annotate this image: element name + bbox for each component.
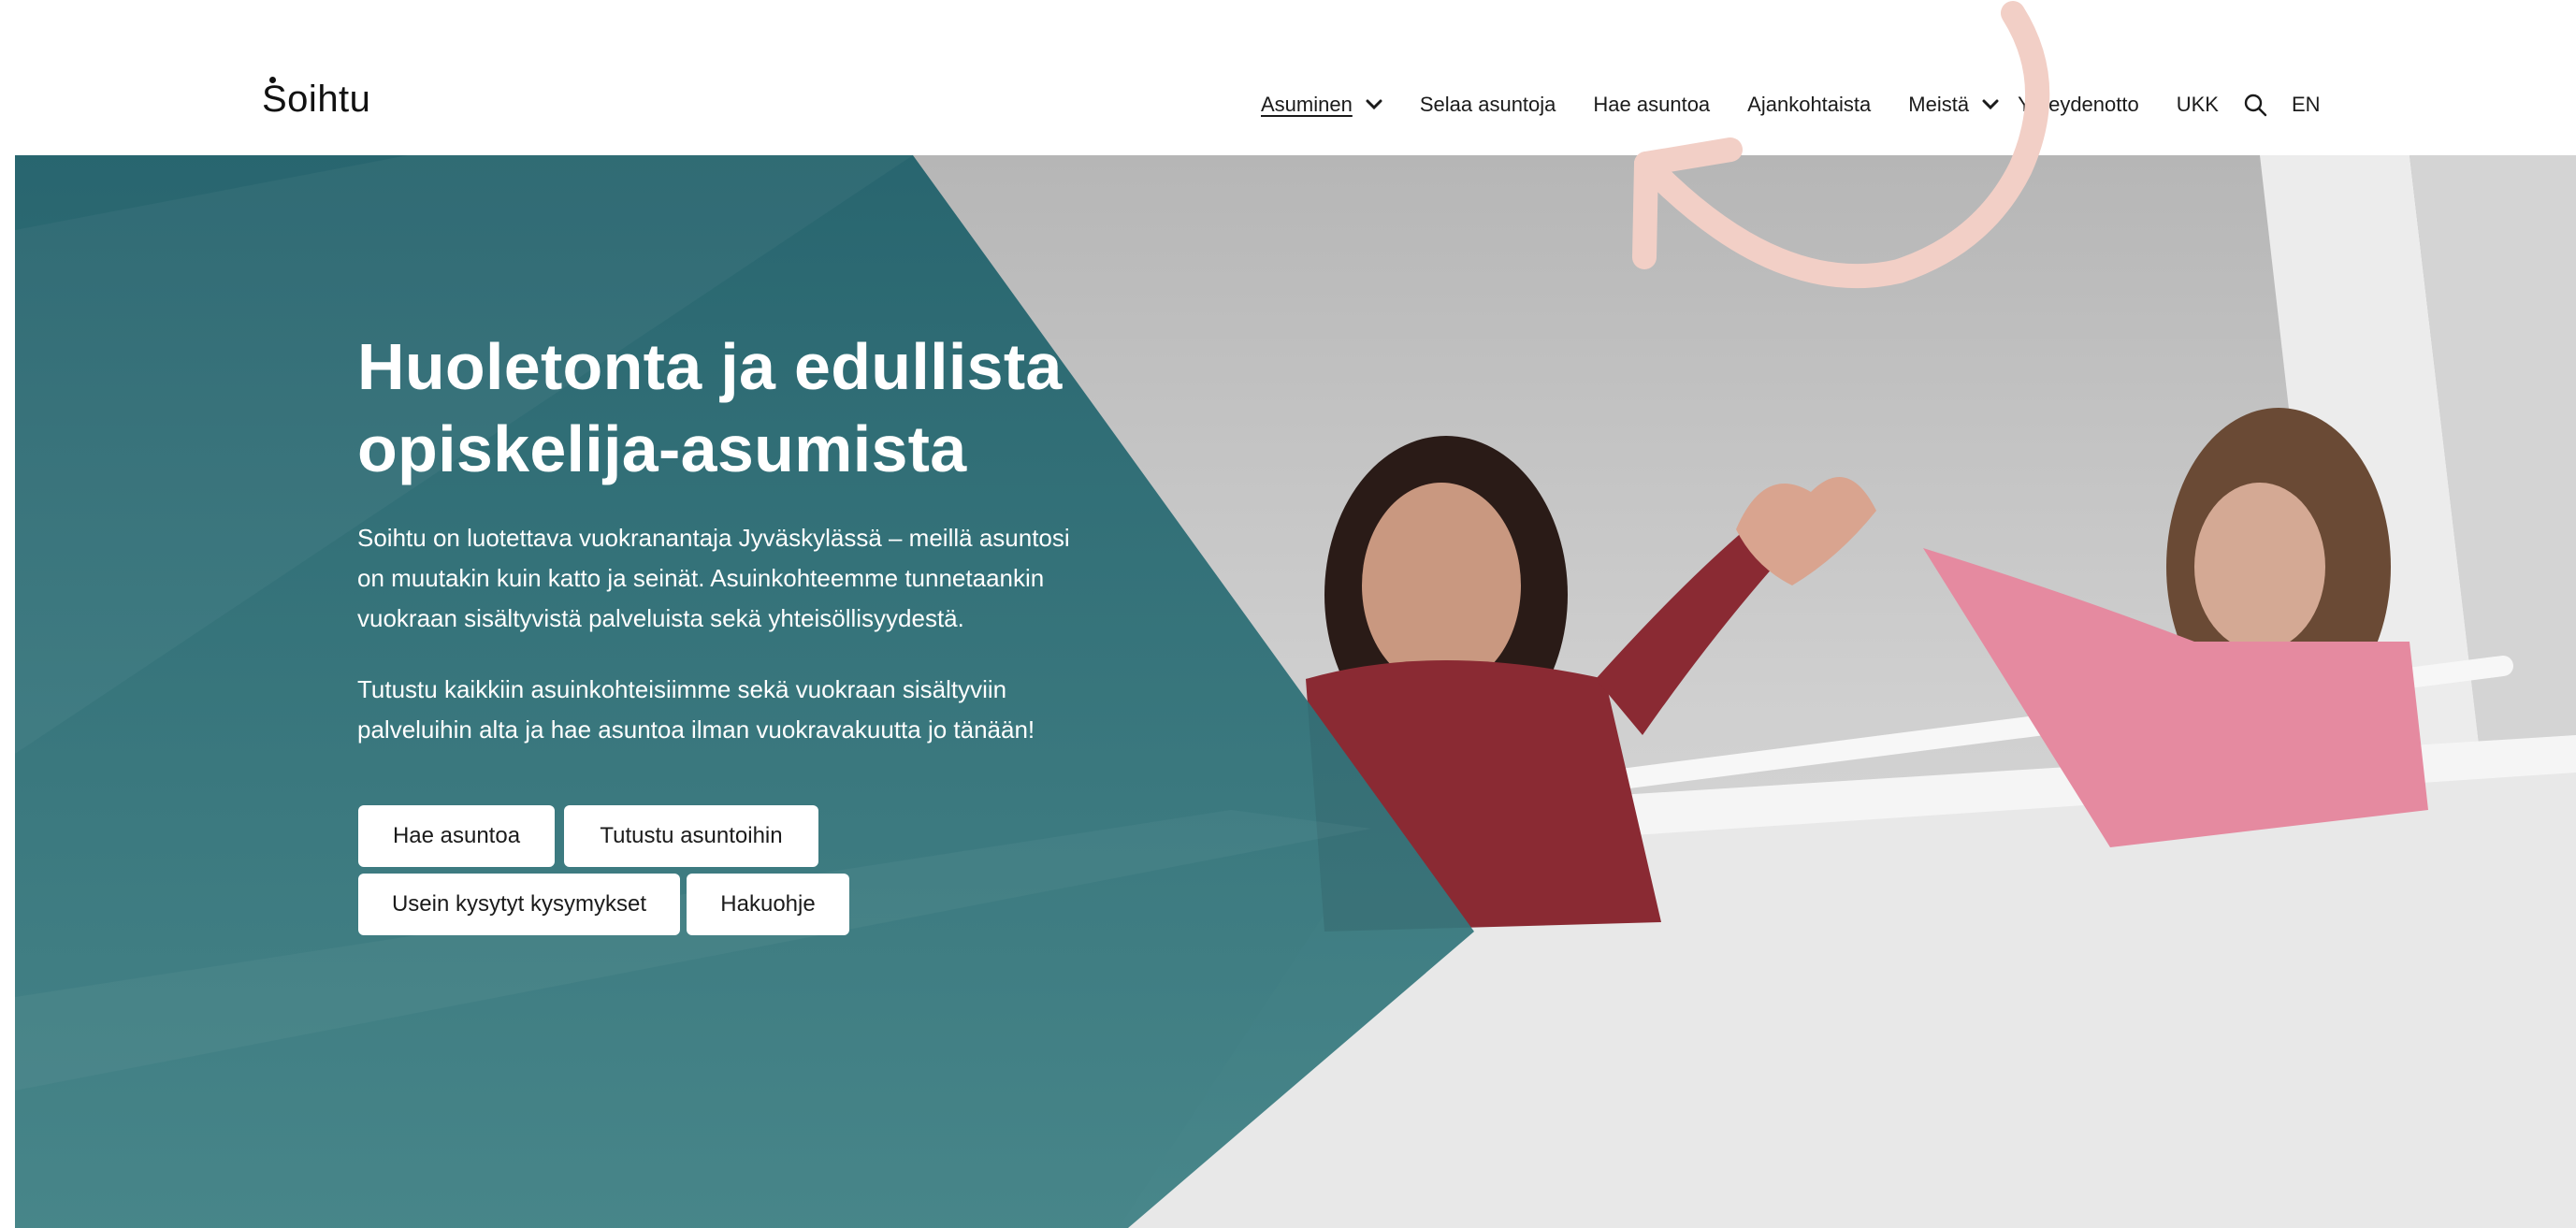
hae-asuntoa-button[interactable]: Hae asuntoa	[358, 805, 555, 867]
nav-yhteydenotto[interactable]: Yhteydenotto	[2018, 86, 2139, 123]
nav-asuminen[interactable]: Asuminen	[1261, 86, 1382, 123]
hero-paragraph-1: Soihtu on luotettava vuokranantaja Jyväs…	[357, 518, 1124, 639]
hero-p1-line-3: vuokraan sisältyvistä palveluista sekä y…	[357, 604, 964, 632]
language-switch[interactable]: EN	[2292, 86, 2321, 123]
main-nav: Asuminen Selaa asuntoja Hae asuntoa Ajan…	[1261, 86, 2321, 123]
hero-title-line-2: opiskelija-asumista	[357, 412, 967, 485]
ukk-button[interactable]: Usein kysytyt kysymykset	[358, 874, 680, 935]
nav-meista-label: Meistä	[1908, 93, 1970, 116]
search-icon[interactable]	[2243, 86, 2267, 123]
hakuohje-button[interactable]: Hakuohje	[687, 874, 849, 935]
nav-ukk[interactable]: UKK	[2177, 86, 2219, 123]
hero-paragraph-2: Tutustu kaikkiin asuinkohteisiimme sekä …	[357, 670, 1124, 750]
hero-section: Huoletonta ja edullista opiskelija-asumi…	[15, 155, 2576, 1228]
nav-hae-asuntoa[interactable]: Hae asuntoa	[1593, 86, 1710, 123]
hero-p1-line-1: Soihtu on luotettava vuokranantaja Jyväs…	[357, 524, 1070, 552]
nav-selaa-asuntoja[interactable]: Selaa asuntoja	[1420, 86, 1556, 123]
hero-p2-line-2: palveluihin alta ja hae asuntoa ilman vu…	[357, 715, 1035, 744]
site-header: Soihtu Asuminen Selaa asuntoja Hae asunt…	[0, 0, 2576, 155]
chevron-down-icon[interactable]	[1366, 99, 1382, 110]
tutustu-asuntoihin-button[interactable]: Tutustu asuntoihin	[564, 805, 818, 867]
nav-asuminen-label: Asuminen	[1261, 93, 1353, 116]
chevron-down-icon[interactable]	[1982, 99, 1999, 110]
nav-ajankohtaista[interactable]: Ajankohtaista	[1747, 86, 1871, 123]
logo[interactable]: Soihtu	[262, 79, 370, 121]
hero-p2-line-1: Tutustu kaikkiin asuinkohteisiimme sekä …	[357, 675, 1007, 703]
hero-title-line-1: Huoletonta ja edullista	[357, 330, 1063, 403]
hero-title: Huoletonta ja edullista opiskelija-asumi…	[357, 325, 1199, 490]
nav-meista[interactable]: Meistä	[1908, 86, 1999, 123]
hero-p1-line-2: on muutakin kuin katto ja seinät. Asuink…	[357, 564, 1045, 592]
